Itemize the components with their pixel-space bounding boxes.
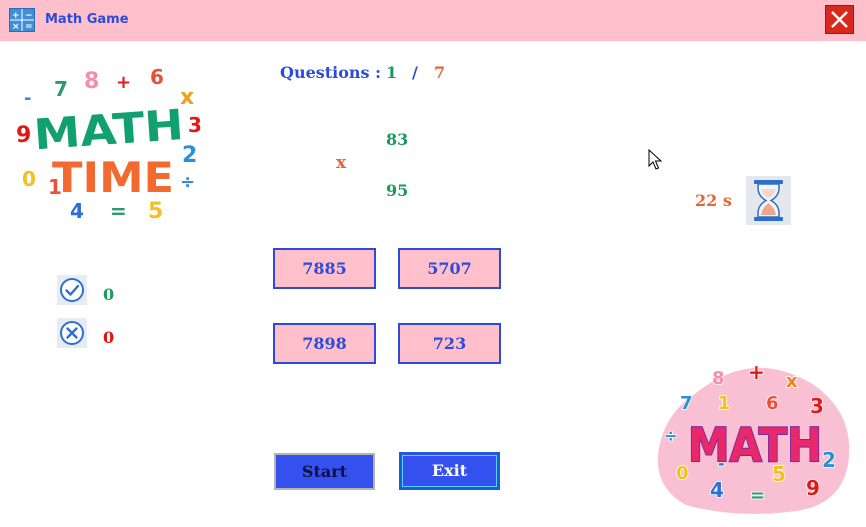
check-circle-icon	[57, 275, 87, 305]
hourglass-icon	[746, 176, 791, 225]
total-questions: 7	[434, 63, 446, 82]
logo-word: MATH	[688, 418, 822, 472]
answer-option-4[interactable]: 723	[398, 323, 501, 364]
logo-line: TIME	[52, 153, 174, 202]
logo-digit: 4	[70, 199, 84, 223]
svg-text:×: ×	[12, 22, 20, 32]
logo-digit: 1	[718, 393, 731, 414]
answer-option-1[interactable]: 7885	[273, 248, 376, 289]
logo-digit: ÷	[664, 426, 677, 445]
math-time-logo: - 7 8 + 6 x 3 2 ÷ 5 = 4 1 0 9 MATH TIME	[15, 64, 203, 224]
logo-digit: =	[110, 199, 127, 223]
logo-digit: +	[116, 72, 131, 93]
math-logo: 8 + x 7 1 6 3 ÷ 2 0 - 5 4 = 9 MATH	[657, 359, 850, 514]
logo-digit: 9	[806, 476, 820, 500]
title-bar: + − × = Math Game	[0, 0, 866, 41]
logo-digit: ÷	[180, 172, 195, 193]
x-circle-icon	[57, 318, 87, 348]
logo-digit: 5	[148, 199, 163, 224]
logo-digit: +	[748, 360, 765, 384]
logo-digit: 4	[710, 478, 724, 502]
logo-digit: 3	[188, 113, 202, 137]
svg-text:+: +	[12, 11, 20, 21]
logo-digit: 3	[810, 394, 824, 418]
logo-digit: 8	[712, 368, 725, 389]
calculator-icon: + − × =	[9, 8, 35, 32]
logo-digit: 7	[54, 77, 68, 101]
operator: x	[336, 153, 347, 173]
wrong-count: 0	[103, 328, 115, 347]
question-separator: /	[412, 63, 418, 82]
logo-digit: 6	[150, 65, 164, 89]
answer-option-3[interactable]: 7898	[273, 323, 376, 364]
logo-digit: 8	[84, 69, 99, 94]
current-question: 1	[386, 63, 398, 82]
start-button[interactable]: Start	[274, 453, 375, 490]
close-icon	[831, 11, 848, 28]
second-operand: 95	[386, 181, 409, 200]
correct-count: 0	[103, 285, 115, 304]
close-button[interactable]	[825, 5, 854, 34]
logo-digit: -	[24, 88, 31, 109]
logo-digit: 0	[22, 167, 36, 191]
svg-text:=: =	[25, 22, 33, 32]
logo-digit: 7	[680, 393, 693, 414]
answer-option-2[interactable]: 5707	[398, 248, 501, 289]
logo-digit: 6	[766, 393, 779, 414]
logo-line: MATH	[32, 100, 185, 159]
window-title: Math Game	[45, 12, 129, 27]
logo-digit: =	[750, 485, 765, 506]
svg-text:−: −	[25, 11, 33, 21]
logo-digit: 2	[822, 448, 836, 472]
mouse-cursor-icon	[648, 149, 662, 170]
first-operand: 83	[386, 130, 409, 149]
questions-label: Questions :	[280, 63, 382, 82]
timer-text: 22 s	[695, 191, 732, 210]
logo-digit: x	[786, 371, 798, 392]
exit-button[interactable]: Exit	[399, 452, 500, 490]
logo-digit: 9	[16, 123, 31, 148]
logo-digit: 0	[676, 463, 689, 484]
